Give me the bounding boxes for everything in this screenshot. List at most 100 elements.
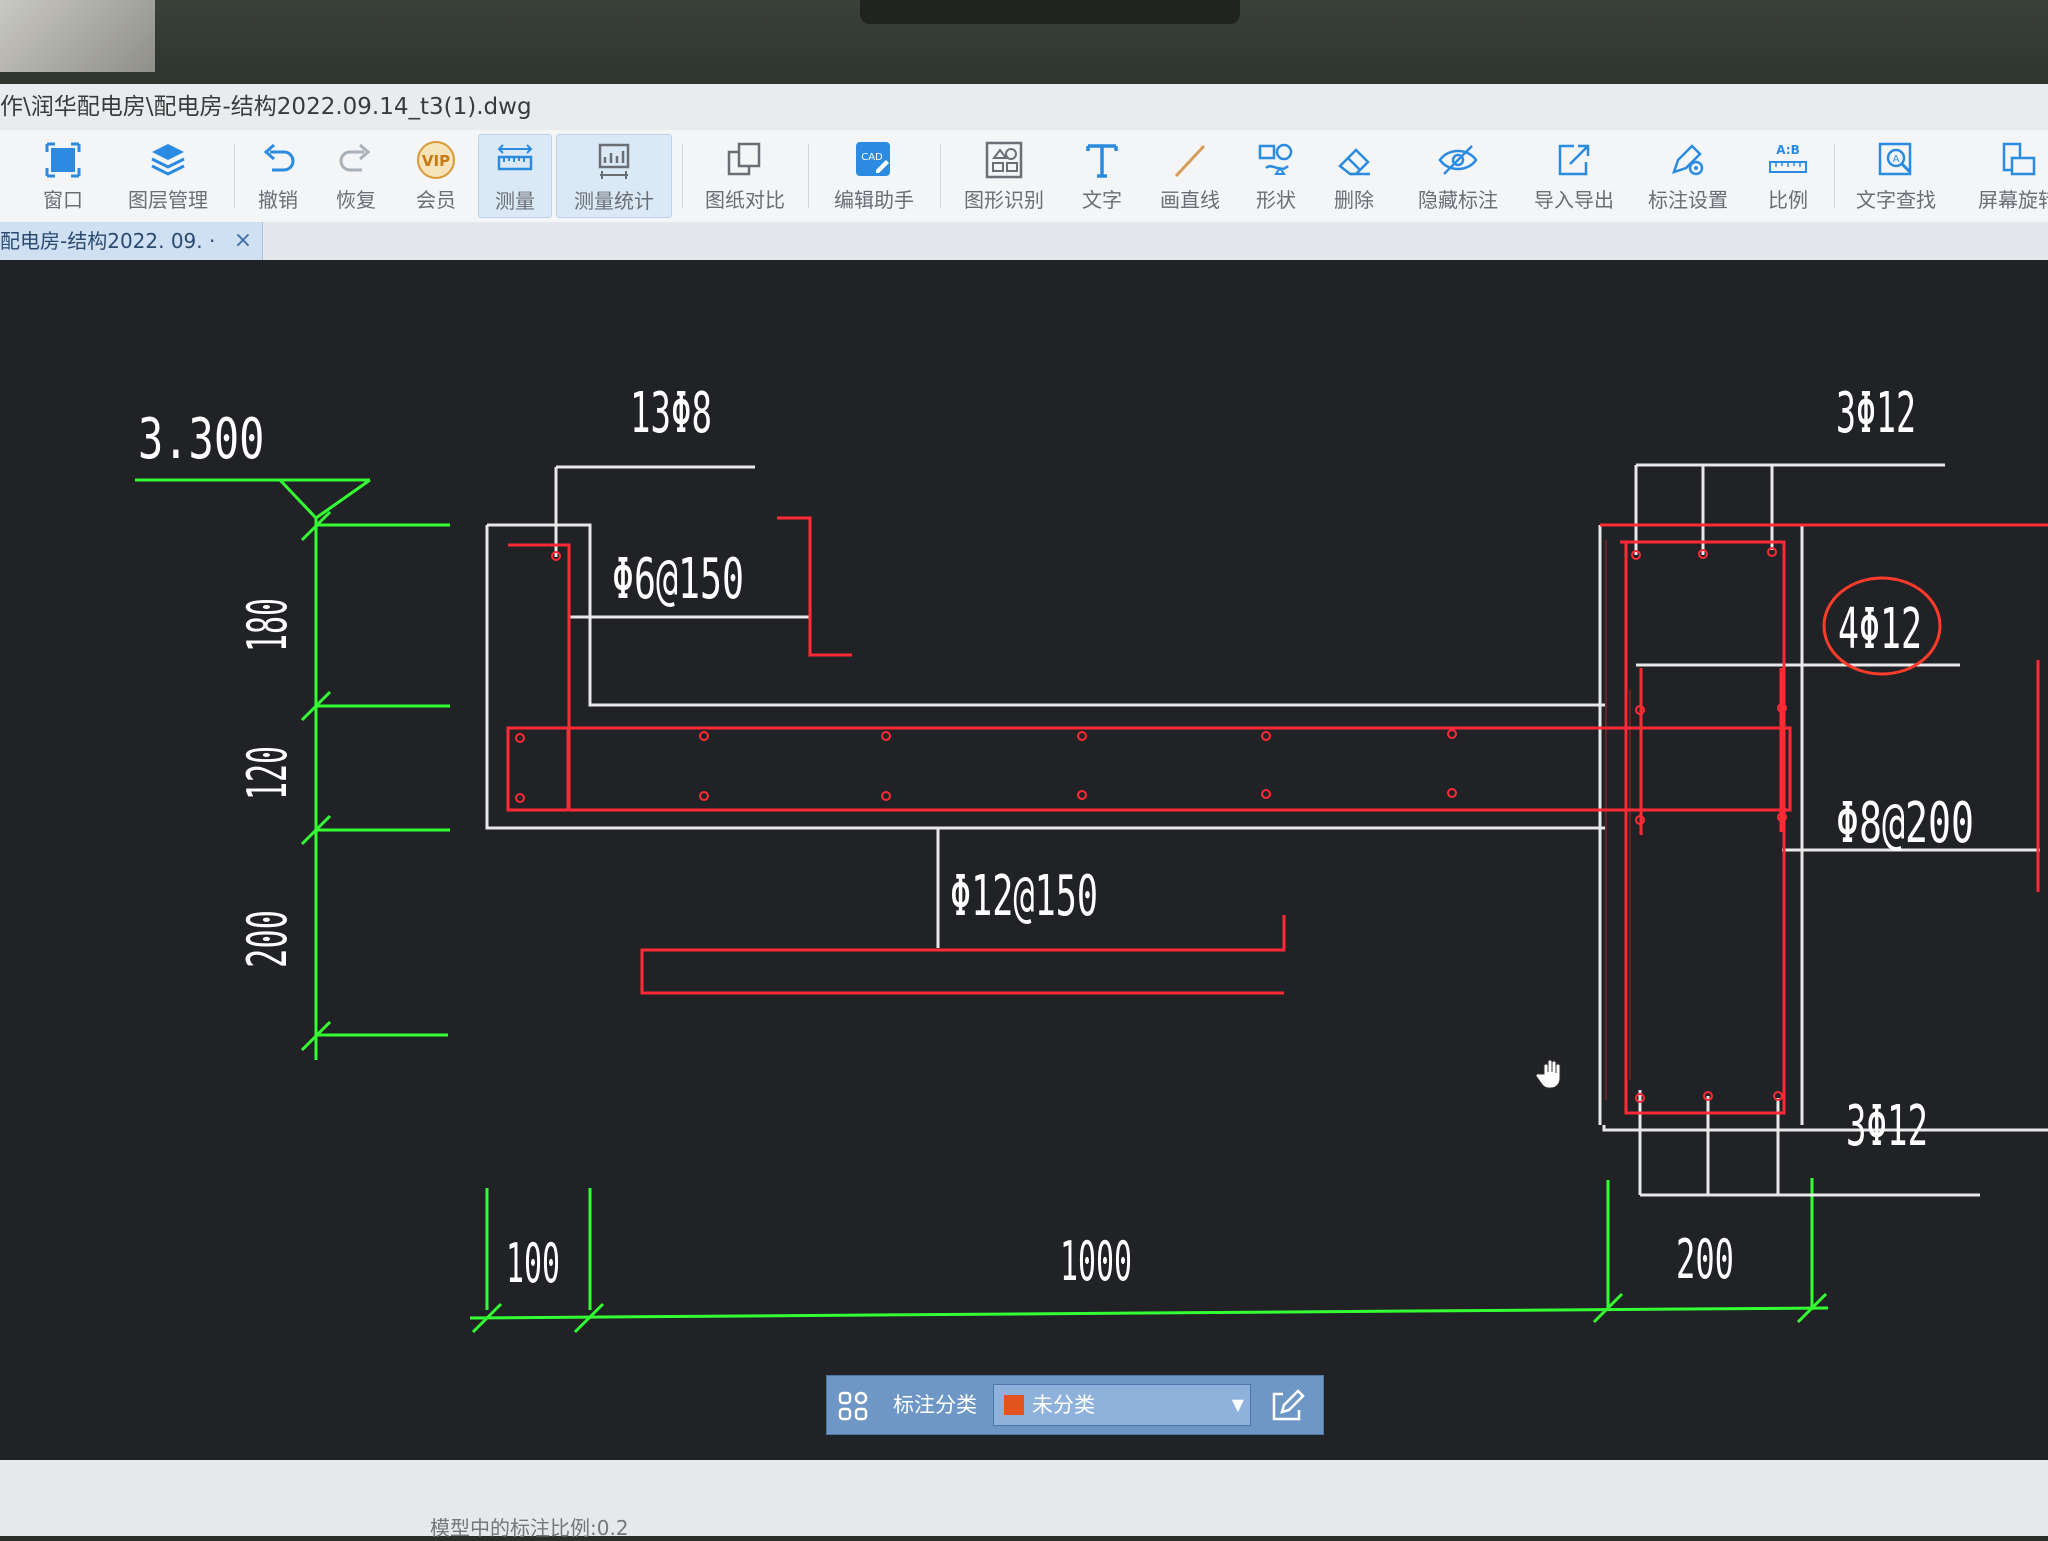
measure-stats-button[interactable]: 测量统计 bbox=[556, 134, 672, 218]
vip-button[interactable]: VIP 会员 bbox=[404, 134, 468, 218]
rebar-dot bbox=[1077, 790, 1087, 800]
eraser-icon bbox=[1338, 148, 1370, 176]
elevation-label: 3.300 bbox=[138, 406, 264, 472]
dropdown-arrow-icon: ▼ bbox=[1231, 1395, 1244, 1414]
rebar-dot bbox=[515, 733, 525, 743]
dim-200-h-label: 200 bbox=[1676, 1228, 1734, 1291]
undo-button[interactable]: 撤销 bbox=[246, 134, 310, 218]
svg-text:A: A bbox=[1893, 154, 1900, 165]
eye-icon bbox=[1438, 145, 1478, 175]
line-icon bbox=[1174, 144, 1206, 178]
compare-icon bbox=[727, 142, 761, 176]
rebar-dot bbox=[1077, 731, 1087, 741]
document-tabbar: 配电房-结构2022. 09. · × bbox=[0, 222, 2048, 260]
dim-180-label: 180 bbox=[236, 598, 299, 652]
layers-icon bbox=[151, 144, 185, 176]
dim-100-label: 100 bbox=[506, 1232, 560, 1295]
rebar-dot bbox=[1447, 788, 1457, 798]
annotation-category-bar: 标注分类 未分类 ▼ bbox=[826, 1375, 1324, 1435]
rebar-dots bbox=[515, 547, 1787, 1103]
text-button[interactable]: 文字 bbox=[1070, 134, 1134, 218]
line-button[interactable]: 画直线 bbox=[1150, 134, 1230, 218]
toolbar-separator bbox=[808, 144, 809, 208]
edit-assist-button[interactable]: CAD 编辑助手 bbox=[822, 134, 926, 218]
toolbar-separator bbox=[682, 144, 683, 208]
drawing-text: 3.300 13Φ8 Φ6@150 Φ12@150 3Φ12 4Φ12 Φ8@2… bbox=[138, 381, 1974, 1295]
rebar-dot bbox=[1447, 729, 1457, 739]
svg-text:A:B: A:B bbox=[1776, 143, 1799, 157]
annotation-category-value: 未分类 bbox=[1032, 1393, 1095, 1417]
redo-icon bbox=[339, 143, 371, 172]
shape-button[interactable]: 形状 bbox=[1244, 134, 1308, 218]
compare-button[interactable]: 图纸对比 bbox=[694, 134, 796, 218]
rebar-dot bbox=[881, 791, 891, 801]
beam-stirrup-label: Φ8@200 bbox=[1836, 791, 1974, 856]
shape-icon bbox=[1258, 143, 1293, 175]
dim-120-label: 120 bbox=[236, 746, 299, 800]
document-tab-label: 配电房-结构2022. 09. · bbox=[0, 229, 216, 253]
desk-photo bbox=[0, 0, 155, 72]
chart-icon bbox=[598, 143, 630, 179]
shape-recognize-icon bbox=[985, 141, 1023, 179]
cad-drawing[interactable]: 3.300 13Φ8 Φ6@150 Φ12@150 3Φ12 4Φ12 Φ8@2… bbox=[0, 260, 2048, 1460]
annotation-settings-button[interactable]: 标注设置 bbox=[1638, 134, 1738, 218]
monitor-camera bbox=[860, 0, 1240, 24]
vip-icon: VIP bbox=[417, 141, 455, 179]
toolbar-separator bbox=[940, 144, 941, 208]
rotate-screen-icon bbox=[2002, 142, 2036, 176]
edit-icon[interactable] bbox=[1269, 1388, 1305, 1424]
redo-button[interactable]: 恢复 bbox=[324, 134, 388, 218]
scale-icon: A:B bbox=[1769, 143, 1807, 173]
hide-annotation-button[interactable]: 隐藏标注 bbox=[1406, 134, 1510, 218]
annotation-settings-icon bbox=[1672, 144, 1704, 176]
rebar-dot bbox=[515, 793, 525, 803]
ruler-icon bbox=[497, 144, 533, 171]
beam-bottom-label: 3Φ12 bbox=[1846, 1094, 1928, 1159]
cad-edit-icon: CAD bbox=[856, 142, 890, 176]
window-titlebar: 作\润华配电房\配电房-结构2022.09.14_t3(1).dwg bbox=[0, 84, 2048, 130]
rotate-screen-button[interactable]: 屏幕旋转 bbox=[1960, 134, 2048, 218]
beam-side-label: 4Φ12 bbox=[1838, 597, 1922, 662]
window-title: 作\润华配电房\配电房-结构2022.09.14_t3(1).dwg bbox=[0, 94, 532, 120]
rebar-dot bbox=[699, 791, 709, 801]
bottom-bar-label: Φ12@150 bbox=[950, 864, 1098, 929]
annotation-scale-status: 模型中的标注比例:0.2 bbox=[430, 1516, 629, 1540]
recognize-button[interactable]: 图形识别 bbox=[952, 134, 1056, 218]
svg-text:VIP: VIP bbox=[422, 152, 450, 170]
rebar-dot bbox=[699, 731, 709, 741]
text-search-icon: A bbox=[1878, 142, 1912, 176]
text-icon bbox=[1086, 144, 1118, 178]
stirrup-label: Φ6@150 bbox=[612, 547, 744, 612]
export-icon bbox=[1558, 144, 1590, 176]
status-bar: 模型中的标注比例:0.2 bbox=[0, 1460, 2048, 1540]
dim-1000-label: 1000 bbox=[1060, 1230, 1132, 1293]
main-toolbar: 窗口 图层管理 撤销 恢复 VIP 会员 测量 测量统计 图纸对比 CAD 编辑… bbox=[0, 130, 2048, 223]
window-button[interactable]: 窗口 bbox=[28, 134, 98, 218]
pan-hand-icon bbox=[1535, 1059, 1561, 1089]
text-search-button[interactable]: A 文字查找 bbox=[1846, 134, 1946, 218]
drawing-canvas[interactable]: 3.300 13Φ8 Φ6@150 Φ12@150 3Φ12 4Φ12 Φ8@2… bbox=[0, 260, 2048, 1460]
toolbar-separator bbox=[1834, 144, 1835, 208]
undo-icon bbox=[263, 143, 295, 172]
category-color-swatch bbox=[1004, 1395, 1024, 1415]
document-tab[interactable]: 配电房-结构2022. 09. · × bbox=[0, 222, 263, 260]
rebar-dot bbox=[1261, 731, 1271, 741]
rebar-dot bbox=[1261, 789, 1271, 799]
tab-close-icon[interactable]: × bbox=[230, 222, 256, 260]
dim-200-v-label: 200 bbox=[236, 910, 299, 968]
svg-text:CAD: CAD bbox=[861, 152, 883, 163]
layers-button[interactable]: 图层管理 bbox=[118, 134, 218, 218]
rebar-dot bbox=[881, 731, 891, 741]
window-icon bbox=[45, 142, 81, 178]
import-export-button[interactable]: 导入导出 bbox=[1524, 134, 1624, 218]
beam-top-label: 3Φ12 bbox=[1836, 381, 1916, 446]
measure-button[interactable]: 测量 bbox=[478, 134, 552, 218]
annotation-category-label: 标注分类 bbox=[893, 1393, 977, 1417]
scale-button[interactable]: A:B 比例 bbox=[1754, 134, 1822, 218]
annotation-category-select[interactable]: 未分类 ▼ bbox=[993, 1384, 1251, 1426]
top-bar-label: 13Φ8 bbox=[630, 381, 712, 446]
toolbar-separator bbox=[234, 144, 235, 208]
monitor-bezel bbox=[0, 0, 2048, 84]
grid-icon[interactable] bbox=[837, 1390, 869, 1422]
delete-button[interactable]: 删除 bbox=[1322, 134, 1386, 218]
